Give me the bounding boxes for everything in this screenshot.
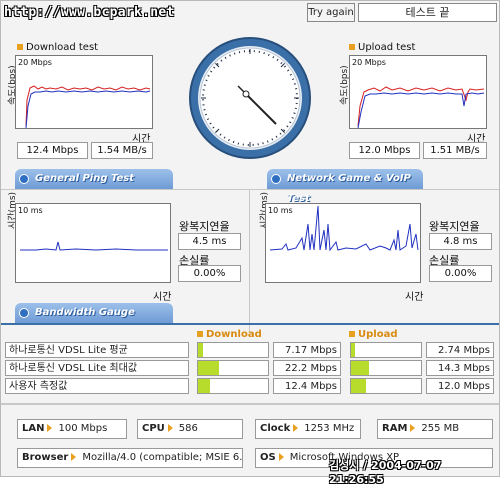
tab-network-game-label: Network Game & VoIP Test bbox=[287, 173, 411, 204]
status-box: 테스트 끝 bbox=[358, 3, 497, 22]
gauge-row-label: 하나로통신 VDSL Lite 평균 bbox=[5, 342, 189, 358]
gauge-upload-header: Upload bbox=[349, 329, 397, 340]
gauge-row-download-value: 22.2 Mbps bbox=[273, 360, 341, 376]
gauge-row-label: 사용자 측정값 bbox=[5, 378, 189, 394]
orange-square-icon bbox=[17, 44, 23, 50]
download-graph: 20 Mbps bbox=[15, 55, 153, 129]
try-again-button[interactable]: Try again bbox=[307, 3, 355, 22]
system-browser: Browser Mozilla/4.0 (compatible; MSIE 6.0 bbox=[17, 448, 243, 468]
system-cpu: CPU 586 bbox=[137, 419, 243, 439]
system-lan-label: LAN bbox=[22, 423, 45, 434]
tab-general-ping[interactable]: General Ping Test bbox=[15, 169, 173, 189]
game-loss-value: 0.00% bbox=[429, 265, 492, 282]
game-graph: 10 ms bbox=[265, 203, 421, 283]
ping-rtt-value: 4.5 ms bbox=[178, 233, 241, 250]
arrow-right-icon bbox=[410, 424, 416, 432]
system-ram-label: RAM bbox=[382, 423, 408, 434]
divider bbox=[1, 403, 499, 405]
gauge-row-upload-bar bbox=[350, 378, 422, 394]
upload-mbs: 1.51 MB/s bbox=[423, 142, 487, 159]
gauge-row-upload-fill bbox=[351, 343, 355, 357]
gauge-row-upload-value: 2.74 Mbps bbox=[426, 342, 494, 358]
tab-bandwidth-gauge[interactable]: Bandwidth Gauge bbox=[15, 303, 173, 323]
gauge-row-upload-value: 12.0 Mbps bbox=[426, 378, 494, 394]
gauge-download-header: Download bbox=[197, 329, 262, 340]
orange-square-icon bbox=[197, 331, 203, 337]
arrow-right-icon bbox=[167, 424, 173, 432]
download-mbs: 1.54 MB/s bbox=[91, 142, 153, 159]
ping-series bbox=[20, 241, 168, 251]
upload-line-chart bbox=[357, 86, 485, 128]
divider bbox=[1, 323, 499, 325]
tab-general-ping-label: General Ping Test bbox=[35, 173, 135, 184]
game-series bbox=[269, 205, 419, 252]
gauge-row-upload-bar bbox=[350, 360, 422, 376]
upload-graph: 20 Mbps bbox=[349, 55, 487, 129]
gauge-row-upload-fill bbox=[351, 361, 369, 375]
gauge-row-upload-bar bbox=[350, 342, 422, 358]
gauge-row-download-bar bbox=[197, 342, 269, 358]
system-clock: Clock 1253 MHz bbox=[255, 419, 361, 439]
system-clock-label: Clock bbox=[260, 423, 291, 434]
globe-icon bbox=[19, 174, 29, 184]
system-cpu-value: 586 bbox=[178, 423, 198, 434]
game-rtt-value: 4.8 ms bbox=[429, 233, 492, 250]
divider bbox=[1, 189, 499, 190]
speed-test-app: http://www.bcpark.net Try again 테스트 끝 Do… bbox=[0, 0, 500, 486]
gauge-upload-label: Upload bbox=[358, 329, 398, 340]
orange-square-icon bbox=[349, 44, 355, 50]
gauge-row-download-value: 7.17 Mbps bbox=[273, 342, 341, 358]
system-ram-value: 255 MB bbox=[421, 423, 460, 434]
game-line-chart bbox=[269, 205, 419, 252]
arrow-right-icon bbox=[278, 453, 284, 461]
gauge-row-download-fill bbox=[198, 379, 210, 393]
ping-line-chart bbox=[20, 241, 168, 251]
download-series-blue bbox=[25, 90, 151, 128]
gauge-row-download-fill bbox=[198, 361, 219, 375]
download-line-chart bbox=[25, 85, 151, 128]
divider bbox=[249, 190, 250, 332]
system-cpu-label: CPU bbox=[142, 423, 165, 434]
gauge-download-label: Download bbox=[206, 329, 262, 340]
gauge-row-label: 하나로통신 VDSL Lite 최대값 bbox=[5, 360, 189, 376]
system-browser-label: Browser bbox=[22, 452, 69, 463]
watermark: 김성시 / 2004-07-07 21:26:55 bbox=[329, 459, 442, 486]
upload-series-blue bbox=[357, 92, 485, 128]
system-clock-value: 1253 MHz bbox=[304, 423, 355, 434]
upload-title-text: Upload test bbox=[358, 42, 416, 53]
upload-series-red bbox=[357, 86, 485, 127]
ping-graph: 10 ms bbox=[15, 203, 171, 283]
tab-network-game[interactable]: Network Game & VoIP Test bbox=[267, 169, 423, 204]
gauge-row-upload-value: 14.3 Mbps bbox=[426, 360, 494, 376]
system-lan: LAN 100 Mbps bbox=[17, 419, 127, 439]
globe-icon bbox=[19, 308, 29, 318]
download-title: Download test bbox=[17, 42, 98, 53]
ping-loss-value: 0.00% bbox=[178, 265, 241, 282]
ping-x-axis-label: 시간 bbox=[153, 292, 172, 303]
game-x-axis-label: 시간 bbox=[405, 292, 424, 303]
download-title-text: Download test bbox=[26, 42, 99, 53]
system-browser-value: Mozilla/4.0 (compatible; MSIE 6.0 bbox=[82, 452, 243, 463]
gauge-row-download-bar bbox=[197, 378, 269, 394]
system-lan-value: 100 Mbps bbox=[58, 423, 108, 434]
arrow-right-icon bbox=[47, 424, 53, 432]
system-os-label: OS bbox=[260, 452, 276, 463]
ping-rtt-label: 왕복지연율 bbox=[179, 220, 230, 233]
arrow-right-icon bbox=[71, 453, 77, 461]
system-ram: RAM 255 MB bbox=[377, 419, 493, 439]
speed-dial-gauge bbox=[189, 37, 311, 159]
site-url: http://www.bcpark.net bbox=[4, 5, 175, 20]
game-rtt-label: 왕복지연율 bbox=[429, 220, 480, 233]
upload-mbps: 12.0 Mbps bbox=[349, 142, 420, 159]
download-mbps: 12.4 Mbps bbox=[17, 142, 88, 159]
gauge-row-download-value: 12.4 Mbps bbox=[273, 378, 341, 394]
tab-bandwidth-gauge-label: Bandwidth Gauge bbox=[35, 307, 135, 318]
globe-icon bbox=[271, 174, 281, 184]
gauge-row-download-fill bbox=[198, 343, 203, 357]
orange-square-icon bbox=[349, 331, 355, 337]
gauge-row-download-bar bbox=[197, 360, 269, 376]
upload-title: Upload test bbox=[349, 42, 415, 53]
gauge-row-upload-fill bbox=[351, 379, 366, 393]
arrow-right-icon bbox=[293, 424, 299, 432]
